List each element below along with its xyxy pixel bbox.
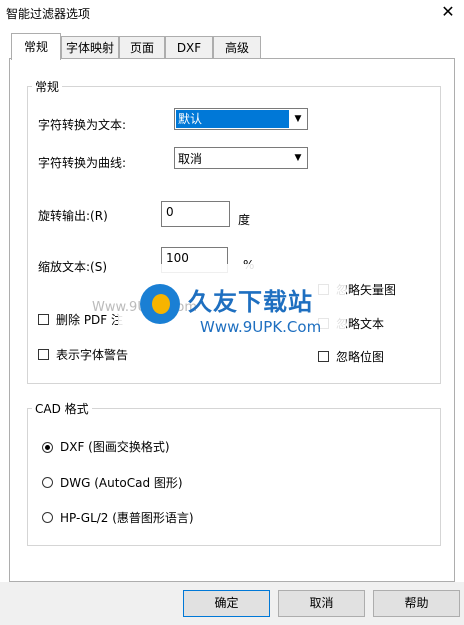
scale-label: 缩放文本:(S) (38, 260, 108, 274)
cad-group-label: CAD 格式 (32, 400, 92, 417)
cad-hpgl-label: HP-GL/2 (惠普图形语言) (60, 511, 194, 525)
tab-general[interactable]: 常规 (11, 33, 61, 60)
tab-page[interactable]: 页面 (119, 36, 165, 58)
char-to-text-value: 默认 (176, 110, 289, 128)
cad-dwg-radio[interactable] (42, 477, 53, 488)
font-warning-label: 表示字体警告 (56, 348, 129, 362)
chevron-down-icon: ▼ (294, 153, 302, 163)
font-warning-checkbox[interactable] (38, 349, 49, 360)
char-to-curve-value: 取消 (178, 152, 203, 166)
watermark-logo-core (152, 294, 170, 314)
cad-dwg-label: DWG (AutoCad 图形) (60, 476, 183, 490)
ok-button[interactable]: 确定 (183, 590, 270, 617)
close-icon[interactable]: ✕ (438, 2, 458, 22)
delete-pdf-checkbox[interactable] (38, 314, 49, 325)
char-to-curve-label: 字符转换为曲线: (38, 156, 127, 170)
ignore-bitmap-label: 忽略位图 (336, 350, 385, 364)
rotate-input[interactable]: 0 (161, 201, 230, 227)
cad-dxf-radio[interactable] (42, 442, 53, 453)
rotate-unit: 度 (238, 213, 251, 227)
help-button[interactable]: 帮助 (373, 590, 460, 617)
tab-advanced[interactable]: 高级 (213, 36, 261, 58)
watermark-brand: 久友下载站 (188, 288, 313, 316)
rotate-label: 旋转输出:(R) (38, 209, 108, 223)
ignore-bitmap-checkbox[interactable] (318, 351, 329, 362)
char-to-curve-select[interactable]: 取消 ▼ (174, 147, 308, 169)
char-to-text-select[interactable]: 默认 ▼ (174, 108, 308, 130)
tab-dxf[interactable]: DXF (165, 36, 213, 58)
window-title: 智能过滤器选项 (6, 7, 91, 21)
watermark-url: Www.9UPK.Com (200, 318, 322, 336)
chevron-down-icon: ▼ (294, 114, 302, 124)
cad-hpgl-radio[interactable] (42, 512, 53, 523)
tab-font-mapping[interactable]: 字体映射 (61, 36, 119, 58)
general-group-label: 常规 (32, 78, 63, 95)
cad-dxf-label: DXF (图画交换格式) (60, 440, 170, 454)
cancel-button[interactable]: 取消 (278, 590, 365, 617)
char-to-text-label: 字符转换为文本: (38, 118, 127, 132)
